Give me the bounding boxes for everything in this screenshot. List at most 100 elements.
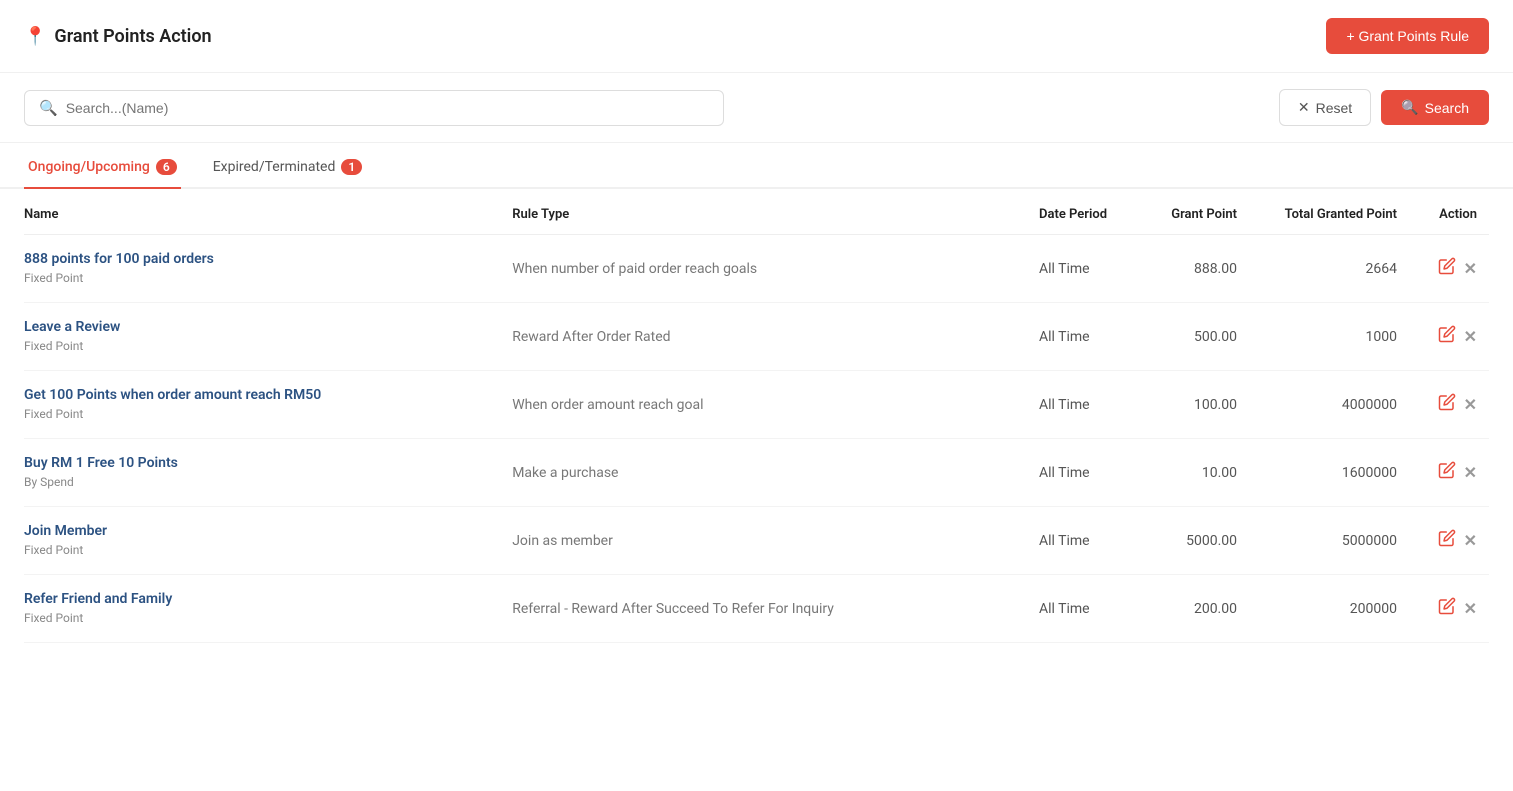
edit-button-4[interactable] bbox=[1438, 529, 1456, 552]
cell-rule-type-5: Referral - Reward After Succeed To Refer… bbox=[512, 575, 1039, 643]
rule-type-text-1: Reward After Order Rated bbox=[512, 329, 670, 345]
cell-name-5: Refer Friend and Family Fixed Point bbox=[24, 575, 512, 643]
cell-grant-point-0: 888.00 bbox=[1139, 235, 1249, 303]
tab-ongoing-badge: 6 bbox=[156, 159, 177, 175]
edit-button-0[interactable] bbox=[1438, 257, 1456, 280]
action-cell-0: ✕ bbox=[1409, 257, 1477, 280]
tab-ongoing[interactable]: Ongoing/Upcoming 6 bbox=[24, 147, 181, 189]
search-bar: 🔍 ✕ Reset 🔍 Search bbox=[0, 73, 1513, 143]
cell-name-0: 888 points for 100 paid orders Fixed Poi… bbox=[24, 235, 512, 303]
col-total-granted: Total Granted Point bbox=[1249, 189, 1409, 235]
rule-type-text-2: When order amount reach goal bbox=[512, 397, 703, 413]
rule-type-text-5: Referral - Reward After Succeed To Refer… bbox=[512, 601, 834, 617]
reset-label: Reset bbox=[1316, 100, 1353, 116]
rule-type-text-0: When number of paid order reach goals bbox=[512, 261, 757, 277]
cell-name-3: Buy RM 1 Free 10 Points By Spend bbox=[24, 439, 512, 507]
cell-name-4: Join Member Fixed Point bbox=[24, 507, 512, 575]
cell-rule-type-1: Reward After Order Rated bbox=[512, 303, 1039, 371]
search-button-label: Search bbox=[1425, 100, 1469, 116]
cell-total-granted-4: 5000000 bbox=[1249, 507, 1409, 575]
row-subtype-2: Fixed Point bbox=[24, 407, 83, 421]
table-row: Buy RM 1 Free 10 Points By Spend Make a … bbox=[24, 439, 1489, 507]
cell-total-granted-3: 1600000 bbox=[1249, 439, 1409, 507]
cell-action-5: ✕ bbox=[1409, 575, 1489, 643]
page-header: 📍 Grant Points Action + Grant Points Rul… bbox=[0, 0, 1513, 73]
search-icon: 🔍 bbox=[39, 99, 58, 117]
edit-button-5[interactable] bbox=[1438, 597, 1456, 620]
search-btn-icon: 🔍 bbox=[1401, 99, 1418, 116]
table-row: Join Member Fixed Point Join as member A… bbox=[24, 507, 1489, 575]
close-icon: ✕ bbox=[1298, 99, 1310, 116]
col-date-period-label: Date Period bbox=[1039, 207, 1107, 222]
cell-date-period-2: All Time bbox=[1039, 371, 1139, 439]
cell-grant-point-5: 200.00 bbox=[1139, 575, 1249, 643]
cell-action-4: ✕ bbox=[1409, 507, 1489, 575]
cell-grant-point-2: 100.00 bbox=[1139, 371, 1249, 439]
page-title-wrap: 📍 Grant Points Action bbox=[24, 26, 212, 47]
row-name-3: Buy RM 1 Free 10 Points bbox=[24, 455, 500, 471]
table-container: Name Rule Type Date Period Grant Point T… bbox=[0, 189, 1513, 643]
row-subtype-0: Fixed Point bbox=[24, 271, 83, 285]
cell-action-0: ✕ bbox=[1409, 235, 1489, 303]
action-cell-3: ✕ bbox=[1409, 461, 1477, 484]
grant-points-table: Name Rule Type Date Period Grant Point T… bbox=[24, 189, 1489, 643]
cell-date-period-4: All Time bbox=[1039, 507, 1139, 575]
rule-type-text-3: Make a purchase bbox=[512, 465, 618, 481]
tab-expired[interactable]: Expired/Terminated 1 bbox=[209, 147, 367, 189]
date-period-val-1: All Time bbox=[1039, 329, 1090, 345]
delete-button-4[interactable]: ✕ bbox=[1464, 531, 1477, 550]
action-cell-1: ✕ bbox=[1409, 325, 1477, 348]
search-button[interactable]: 🔍 Search bbox=[1381, 90, 1489, 125]
table-row: Get 100 Points when order amount reach R… bbox=[24, 371, 1489, 439]
delete-button-0[interactable]: ✕ bbox=[1464, 259, 1477, 278]
add-grant-points-rule-button[interactable]: + Grant Points Rule bbox=[1326, 18, 1489, 54]
tab-expired-badge: 1 bbox=[341, 159, 362, 175]
col-rule-type: Rule Type bbox=[512, 189, 1039, 235]
reset-button[interactable]: ✕ Reset bbox=[1279, 89, 1371, 126]
row-name-2: Get 100 Points when order amount reach R… bbox=[24, 387, 500, 403]
date-period-val-3: All Time bbox=[1039, 465, 1090, 481]
cell-date-period-1: All Time bbox=[1039, 303, 1139, 371]
row-subtype-5: Fixed Point bbox=[24, 611, 83, 625]
delete-button-1[interactable]: ✕ bbox=[1464, 327, 1477, 346]
cell-rule-type-3: Make a purchase bbox=[512, 439, 1039, 507]
delete-button-5[interactable]: ✕ bbox=[1464, 599, 1477, 618]
cell-name-1: Leave a Review Fixed Point bbox=[24, 303, 512, 371]
search-input-wrap: 🔍 bbox=[24, 90, 724, 126]
grant-points-icon: 📍 bbox=[24, 26, 46, 47]
cell-action-1: ✕ bbox=[1409, 303, 1489, 371]
row-subtype-3: By Spend bbox=[24, 475, 74, 489]
date-period-val-5: All Time bbox=[1039, 601, 1090, 617]
action-cell-2: ✕ bbox=[1409, 393, 1477, 416]
action-cell-5: ✕ bbox=[1409, 597, 1477, 620]
cell-grant-point-3: 10.00 bbox=[1139, 439, 1249, 507]
cell-rule-type-0: When number of paid order reach goals bbox=[512, 235, 1039, 303]
date-period-val-0: All Time bbox=[1039, 261, 1090, 277]
cell-total-granted-0: 2664 bbox=[1249, 235, 1409, 303]
page-title: Grant Points Action bbox=[54, 26, 211, 47]
tab-expired-label: Expired/Terminated bbox=[213, 159, 336, 175]
col-name: Name bbox=[24, 189, 512, 235]
cell-date-period-0: All Time bbox=[1039, 235, 1139, 303]
date-period-val-4: All Time bbox=[1039, 533, 1090, 549]
tab-ongoing-label: Ongoing/Upcoming bbox=[28, 159, 150, 175]
cell-action-2: ✕ bbox=[1409, 371, 1489, 439]
edit-button-2[interactable] bbox=[1438, 393, 1456, 416]
edit-button-1[interactable] bbox=[1438, 325, 1456, 348]
cell-total-granted-1: 1000 bbox=[1249, 303, 1409, 371]
search-input[interactable] bbox=[66, 100, 709, 116]
col-date-period: Date Period bbox=[1039, 189, 1139, 235]
delete-button-3[interactable]: ✕ bbox=[1464, 463, 1477, 482]
cell-date-period-3: All Time bbox=[1039, 439, 1139, 507]
cell-grant-point-1: 500.00 bbox=[1139, 303, 1249, 371]
row-name-4: Join Member bbox=[24, 523, 500, 539]
date-period-val-2: All Time bbox=[1039, 397, 1090, 413]
col-grant-point: Grant Point bbox=[1139, 189, 1249, 235]
row-subtype-1: Fixed Point bbox=[24, 339, 83, 353]
edit-button-3[interactable] bbox=[1438, 461, 1456, 484]
table-row: Refer Friend and Family Fixed Point Refe… bbox=[24, 575, 1489, 643]
delete-button-2[interactable]: ✕ bbox=[1464, 395, 1477, 414]
cell-total-granted-2: 4000000 bbox=[1249, 371, 1409, 439]
cell-rule-type-2: When order amount reach goal bbox=[512, 371, 1039, 439]
row-name-1: Leave a Review bbox=[24, 319, 500, 335]
